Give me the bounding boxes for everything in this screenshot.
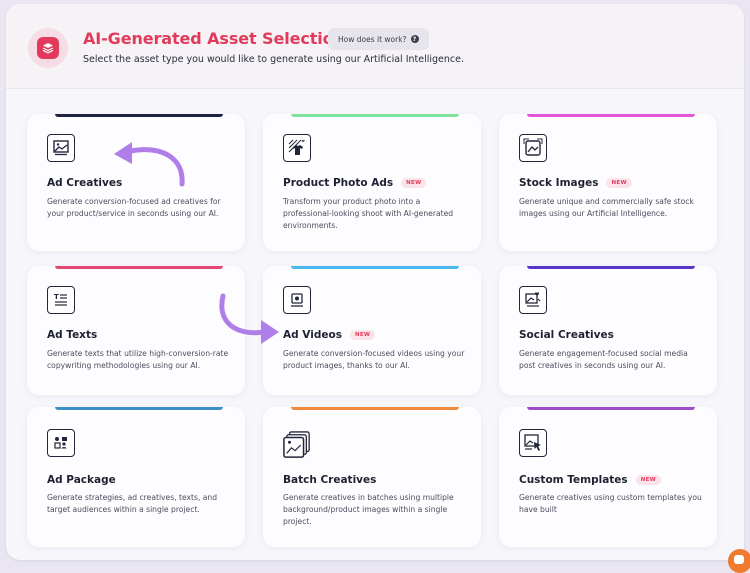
card-ad-package[interactable]: Ad Package Generate strategies, ad creat… [27, 407, 245, 547]
chat-launcher-icon[interactable] [728, 549, 750, 573]
page-title: AI-Generated Asset Selection [83, 29, 345, 48]
card-title: Social Creatives [519, 329, 614, 341]
page-subtitle: Select the asset type you would like to … [83, 54, 465, 65]
chat-icon-inner [734, 555, 744, 564]
card-accent-bar [291, 114, 459, 117]
card-title-text: Custom Templates [519, 474, 628, 486]
card-accent-bar [527, 407, 695, 410]
new-badge: NEW [401, 178, 427, 188]
card-title: Batch Creatives [283, 474, 376, 486]
page-header: AI-Generated Asset Selection How does it… [6, 4, 744, 89]
stacked-images-icon [283, 431, 311, 459]
card-accent-bar [55, 114, 223, 117]
card-description: Transform your product photo into a prof… [283, 197, 454, 230]
main-panel: AI-Generated Asset Selection How does it… [6, 4, 744, 560]
card-title-text: Ad Package [47, 474, 116, 486]
layers-icon [37, 37, 59, 59]
card-title: Product Photo Ads NEW [283, 177, 427, 189]
card-title-text: Social Creatives [519, 329, 614, 341]
card-accent-bar [55, 407, 223, 410]
card-title: Ad Package [47, 474, 116, 486]
social-post-icon [519, 286, 547, 314]
new-badge: NEW [635, 475, 662, 485]
card-title-text: Stock Images [519, 177, 599, 189]
card-accent-bar [291, 407, 459, 410]
product-photo-icon [283, 134, 311, 162]
new-badge: NEW [606, 178, 632, 188]
package-icon [47, 429, 75, 457]
image-frame-icon [47, 134, 75, 162]
card-ad-videos[interactable]: Ad Videos NEW Generate conversion-focused… [263, 266, 481, 395]
text-document-icon: T [47, 286, 75, 314]
card-title-text: Ad Texts [47, 329, 98, 341]
card-product-photo-ads[interactable]: Product Photo Ads NEW Transform your prod… [263, 114, 481, 251]
card-stock-images[interactable]: Stock Images NEW Generate unique and comm… [499, 114, 717, 251]
card-description: Generate creatives using custom template… [519, 493, 702, 514]
card-description: Generate conversion-focused videos using… [283, 349, 465, 370]
card-title: Ad Texts [47, 329, 97, 341]
card-title: Ad Videos NEW [283, 329, 376, 341]
card-social-creatives[interactable]: Social Creatives Generate engagement-foc… [499, 266, 717, 395]
card-accent-bar [527, 114, 695, 117]
card-description: Generate strategies, ad creatives, texts… [47, 493, 218, 514]
card-title-text: Ad Videos [283, 329, 342, 341]
card-title-text: Batch Creatives [283, 474, 377, 486]
app-logo [28, 28, 68, 68]
card-accent-bar [55, 266, 223, 269]
card-title: Stock Images NEW [519, 177, 632, 189]
card-batch-creatives[interactable]: Batch Creatives Generate creatives in ba… [263, 407, 481, 547]
card-accent-bar [291, 266, 459, 269]
template-cursor-icon [519, 429, 547, 457]
annotation-arrow-icon [219, 293, 279, 344]
card-custom-templates[interactable]: Custom Templates NEW Generate creatives u… [499, 407, 717, 547]
card-description: Generate engagement-focused social media… [519, 349, 688, 370]
how-does-it-work-button[interactable]: How does it work? ? [328, 28, 429, 50]
how-label: How does it work? [338, 34, 407, 44]
card-description: Generate conversion-focused ad creatives… [47, 197, 221, 218]
card-accent-bar [527, 266, 695, 269]
help-icon: ? [410, 35, 419, 43]
svg-text:T: T [54, 293, 59, 301]
card-title-text: Product Photo Ads [283, 177, 394, 189]
card-title: Custom Templates NEW [519, 474, 662, 486]
annotation-arrow-icon [114, 142, 185, 187]
stock-image-icon [519, 134, 547, 162]
card-description: Generate texts that utilize high-convers… [47, 349, 229, 370]
new-badge: NEW [349, 330, 376, 340]
card-description: Generate creatives in batches using mult… [283, 493, 454, 526]
video-icon [283, 286, 311, 314]
card-description: Generate unique and commercially safe st… [519, 197, 694, 218]
